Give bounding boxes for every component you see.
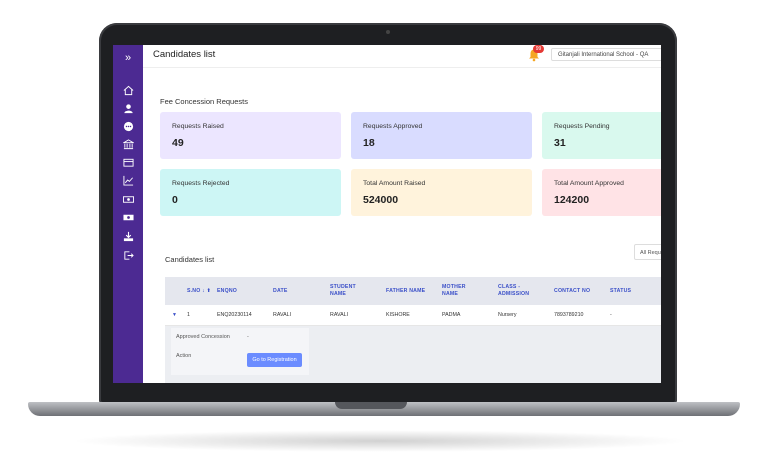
card-label: Requests Pending bbox=[554, 123, 610, 130]
table-row[interactable]: ▼ 1 ENQ20230114 RAVALI RAVALI KISHORE PA… bbox=[165, 305, 661, 326]
school-selector[interactable]: Gitanjali International School - QA ⌄ bbox=[551, 48, 661, 61]
laptop-notch bbox=[335, 402, 407, 409]
card-requests-rejected[interactable]: Requests Rejected 0 bbox=[160, 169, 341, 216]
chart-icon[interactable] bbox=[121, 174, 135, 186]
card-value: 124200 bbox=[554, 194, 590, 206]
cell-class: Nursery bbox=[498, 312, 517, 318]
laptop-camera bbox=[386, 30, 390, 34]
card-value: 524000 bbox=[363, 194, 399, 206]
card-requests-pending[interactable]: Requests Pending 31 bbox=[542, 112, 661, 159]
cell-enqno: ENQ20230114 bbox=[217, 312, 252, 318]
column-header: ENQNO bbox=[217, 287, 238, 294]
school-selector-label: Gitanjali International School - QA bbox=[558, 52, 649, 58]
cell-mother: PADMA bbox=[442, 312, 461, 318]
card-label: Requests Approved bbox=[363, 123, 423, 130]
cell-date: RAVALI bbox=[273, 312, 292, 318]
money-icon[interactable] bbox=[121, 193, 135, 205]
row-detail: Approved Concession - Action Go to Regis… bbox=[165, 326, 661, 383]
card-requests-raised[interactable]: Requests Raised 49 bbox=[160, 112, 341, 159]
laptop-shadow bbox=[70, 430, 690, 452]
list-title: Candidates list bbox=[165, 255, 215, 264]
column-header[interactable]: S.NO ↓ ⬆ bbox=[187, 277, 217, 305]
card-value: 31 bbox=[554, 137, 566, 149]
bank-icon[interactable] bbox=[121, 138, 135, 150]
card-label: Requests Rejected bbox=[172, 180, 230, 187]
detail-panel: Approved Concession - Action Go to Regis… bbox=[171, 328, 309, 375]
column-header: STUDENT NAME bbox=[330, 284, 356, 297]
approved-concession-label: Approved Concession bbox=[176, 334, 230, 340]
page-title: Candidates list bbox=[153, 49, 216, 60]
user-icon[interactable] bbox=[121, 102, 135, 114]
cell-sno: 1 bbox=[187, 312, 190, 318]
top-header: Candidates list 99 Gitanjali Internation… bbox=[143, 45, 661, 68]
column-header: DATE bbox=[273, 287, 288, 294]
expand-caret-icon[interactable]: ▼ bbox=[172, 305, 177, 325]
cell-contact: 7893789210 bbox=[554, 312, 584, 318]
notification-badge: 99 bbox=[533, 45, 544, 53]
money-alt-icon[interactable] bbox=[121, 211, 135, 223]
column-header: STATUS bbox=[610, 287, 632, 294]
card-requests-approved[interactable]: Requests Approved 18 bbox=[351, 112, 532, 159]
logout-icon[interactable] bbox=[121, 249, 135, 261]
card-value: 0 bbox=[172, 194, 178, 206]
card-label: Requests Raised bbox=[172, 123, 224, 130]
go-to-registration-button[interactable]: Go to Registration bbox=[247, 353, 302, 367]
column-header: MOTHER NAME bbox=[442, 284, 466, 297]
column-header: CLASS - ADMISSION bbox=[498, 284, 530, 297]
cell-status: - bbox=[610, 312, 612, 318]
action-label: Action bbox=[176, 353, 192, 359]
card-value: 18 bbox=[363, 137, 375, 149]
app-screen: » Candidates list 99 Gitanjali Internati… bbox=[113, 45, 661, 383]
cards-icon[interactable] bbox=[121, 156, 135, 168]
card-label: Total Amount Raised bbox=[363, 180, 426, 187]
sidebar: » bbox=[113, 45, 143, 383]
section-title: Fee Concession Requests bbox=[160, 97, 248, 106]
sidebar-toggle-icon[interactable]: » bbox=[121, 51, 135, 65]
column-header: FATHER NAME bbox=[386, 287, 426, 294]
column-header: CONTACT NO bbox=[554, 287, 591, 294]
card-total-amount-approved[interactable]: Total Amount Approved 124200 bbox=[542, 169, 661, 216]
chat-icon[interactable] bbox=[121, 120, 135, 132]
cell-father: KISHORE bbox=[386, 312, 410, 318]
card-total-amount-raised[interactable]: Total Amount Raised 524000 bbox=[351, 169, 532, 216]
approved-concession-value: - bbox=[247, 334, 249, 340]
request-filter-select[interactable]: All Requ bbox=[634, 244, 661, 260]
download-icon[interactable] bbox=[121, 230, 135, 242]
table-header: S.NO ↓ ⬆ ENQNO DATE STUDENT NAME FATHER … bbox=[165, 277, 661, 305]
cell-student: RAVALI bbox=[330, 312, 349, 318]
home-icon[interactable] bbox=[121, 84, 135, 96]
card-label: Total Amount Approved bbox=[554, 180, 624, 187]
card-value: 49 bbox=[172, 137, 184, 149]
